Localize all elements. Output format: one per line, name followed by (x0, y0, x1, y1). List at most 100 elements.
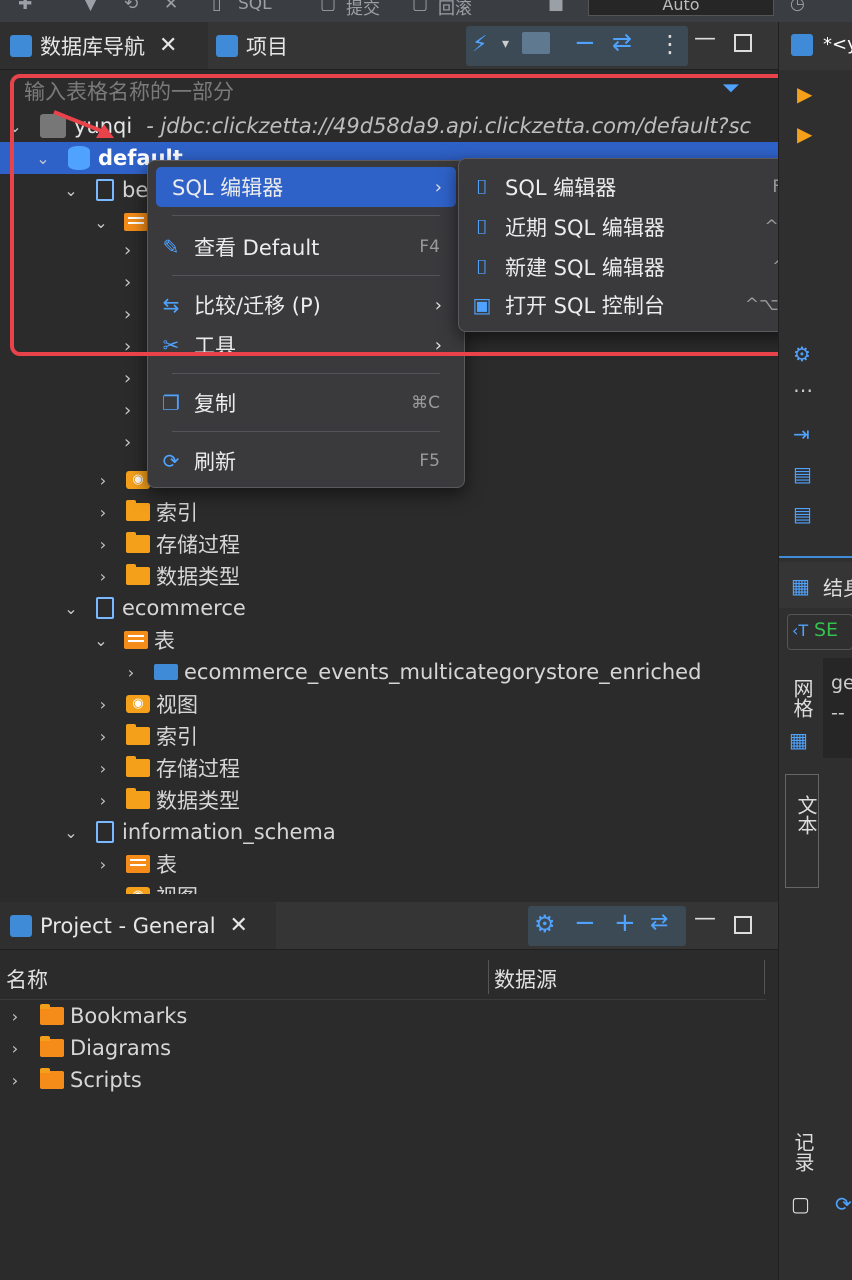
tree-folder[interactable]: › 索引 (96, 720, 198, 752)
commit-icon[interactable]: ▢ (320, 0, 336, 14)
execute-new-tab-icon[interactable]: ▶ (797, 122, 812, 146)
tree-tables-folder[interactable]: ⌄ 表 (94, 624, 175, 656)
tab-grid-view[interactable]: 网格 (787, 678, 817, 718)
column-header-name[interactable]: 名称 (6, 964, 48, 994)
add-connection-icon[interactable]: ✚ (18, 0, 32, 14)
refresh-icon[interactable]: ⟳ (835, 1192, 852, 1216)
export-icon[interactable]: ⇥ (793, 422, 810, 446)
chevron-right-icon[interactable]: › (96, 791, 110, 810)
database-icon (10, 34, 32, 57)
tab-label: 项目 (246, 34, 288, 59)
project-item-diagrams[interactable]: › Diagrams (8, 1032, 171, 1064)
close-icon[interactable]: ✕ (230, 913, 248, 938)
chevron-right-icon[interactable]: › (124, 432, 131, 453)
chevron-right-icon[interactable]: › (124, 663, 138, 682)
chevron-down-icon[interactable]: ⌄ (64, 599, 78, 618)
minimize-icon[interactable]: — (694, 26, 716, 51)
results-tab[interactable]: ▦ 结身 (779, 562, 852, 608)
chevron-right-icon[interactable]: › (96, 567, 110, 586)
navigator-toolbar: ⚡ ▾ − ⇄ ⋮ (466, 26, 688, 66)
tree-folder[interactable]: › 数据类型 (96, 784, 240, 816)
tab-project-general[interactable]: Project - General ✕ (0, 902, 276, 949)
link-icon[interactable]: ⇄ (612, 28, 632, 56)
rollback-label[interactable]: 回滚 (438, 0, 472, 19)
table-name: ecommerce_events_multicategorystore_enri… (184, 660, 702, 684)
log-file-icon[interactable]: ▢ (791, 1192, 810, 1216)
chevron-down-icon[interactable]: ⌄ (64, 823, 78, 842)
execute-icon[interactable]: ▶ (797, 82, 812, 106)
filter-icon[interactable]: ▼ (84, 0, 97, 14)
column-divider[interactable] (764, 960, 765, 994)
editor-tab[interactable]: *<y (779, 22, 852, 70)
panel-divider (779, 556, 852, 558)
sql-editor-icon[interactable]: ▯ (212, 0, 221, 14)
menu-item-refresh[interactable]: ⟳ 刷新 F5 (156, 441, 456, 481)
tree-folder[interactable]: › 索引 (96, 496, 198, 528)
tree-folder[interactable]: › 存储过程 (96, 528, 240, 560)
tree-views-folder-partial[interactable]: › ◉ 视图 (96, 880, 198, 894)
transaction-mode-select[interactable]: Auto (588, 0, 774, 16)
more-icon[interactable]: ⋮ (658, 30, 682, 58)
chevron-right-icon[interactable]: › (124, 400, 131, 421)
chevron-right-icon[interactable]: › (96, 759, 110, 778)
folder-icon[interactable] (522, 32, 550, 54)
tab-text-view[interactable]: 文本 (785, 774, 819, 888)
collapse-icon[interactable]: − (574, 28, 596, 58)
new-connection-icon[interactable]: ⚡ (472, 32, 487, 57)
rollback-icon[interactable]: ▢ (412, 0, 428, 14)
disconnect-icon[interactable]: ✕ (164, 0, 178, 14)
maximize-icon[interactable] (734, 34, 752, 52)
collapse-icon[interactable]: − (574, 908, 596, 938)
chevron-right-icon[interactable]: › (96, 471, 110, 490)
tree-views-folder[interactable]: › ◉ 视图 (96, 688, 198, 720)
minimize-icon[interactable]: — (694, 906, 716, 931)
editor-text: -- (831, 702, 845, 724)
gear-icon[interactable]: ⚙ (793, 342, 811, 366)
add-icon[interactable]: + (614, 908, 636, 938)
tree-table[interactable]: › ecommerce_events_multicategorystore_en… (124, 656, 702, 688)
chevron-right-icon[interactable]: › (8, 1039, 22, 1058)
chevron-right-icon[interactable]: › (8, 1071, 22, 1090)
project-item-bookmarks[interactable]: › Bookmarks (8, 1000, 187, 1032)
chevron-right-icon[interactable]: › (96, 535, 110, 554)
info-icon[interactable]: ■ (548, 0, 564, 14)
history-icon[interactable]: ◷ (790, 0, 805, 14)
close-icon[interactable]: ✕ (159, 33, 177, 58)
annotation-highlight-box (10, 74, 830, 356)
sql-query-button[interactable]: ‹T SE (787, 614, 852, 650)
tree-schema[interactable]: ⌄ information_schema (64, 816, 335, 848)
project-item-scripts[interactable]: › Scripts (8, 1064, 142, 1096)
results-content: ge -- (823, 658, 852, 758)
column-divider[interactable] (488, 960, 489, 994)
chevron-down-icon[interactable]: ▾ (502, 36, 509, 52)
commit-label[interactable]: 提交 (346, 0, 380, 19)
maximize-icon[interactable] (734, 916, 752, 934)
chevron-right-icon[interactable]: › (8, 1007, 22, 1026)
tab-log-view[interactable]: 记录 (789, 1132, 818, 1172)
sync-icon[interactable]: ⟲ (124, 0, 138, 14)
variables-icon[interactable]: ▤ (793, 502, 812, 526)
tree-tables-folder[interactable]: › 表 (96, 848, 177, 880)
chevron-right-icon[interactable]: › (96, 503, 110, 522)
project-table-header: 名称 数据源 (0, 956, 766, 1000)
chevron-right-icon[interactable]: › (96, 855, 110, 874)
tab-projects[interactable]: 项目 (216, 22, 316, 69)
chevron-right-icon[interactable]: › (96, 727, 110, 746)
link-icon[interactable]: ⇄ (650, 910, 668, 935)
tab-database-navigator[interactable]: 数据库导航 ✕ (0, 22, 208, 69)
tree-folder[interactable]: › 存储过程 (96, 752, 240, 784)
chevron-right-icon[interactable]: › (96, 887, 110, 895)
more-icon[interactable]: ⋯ (793, 378, 813, 402)
menu-item-copy[interactable]: ❐ 复制 ⌘C (156, 383, 456, 423)
sql-button-label: SE (814, 619, 839, 641)
tab-label: 数据库导航 (40, 34, 145, 59)
chevron-down-icon[interactable]: ⌄ (94, 631, 108, 650)
tree-schema[interactable]: ⌄ ecommerce (64, 592, 246, 624)
chevron-right-icon[interactable]: › (96, 695, 110, 714)
error-file-icon[interactable]: ▤ (793, 462, 812, 486)
column-header-source[interactable]: 数据源 (494, 964, 557, 994)
chevron-right-icon[interactable]: › (124, 368, 131, 389)
gear-icon[interactable]: ⚙ (534, 910, 556, 938)
sql-menu-label[interactable]: SQL (238, 0, 272, 14)
tree-folder[interactable]: › 数据类型 (96, 560, 240, 592)
